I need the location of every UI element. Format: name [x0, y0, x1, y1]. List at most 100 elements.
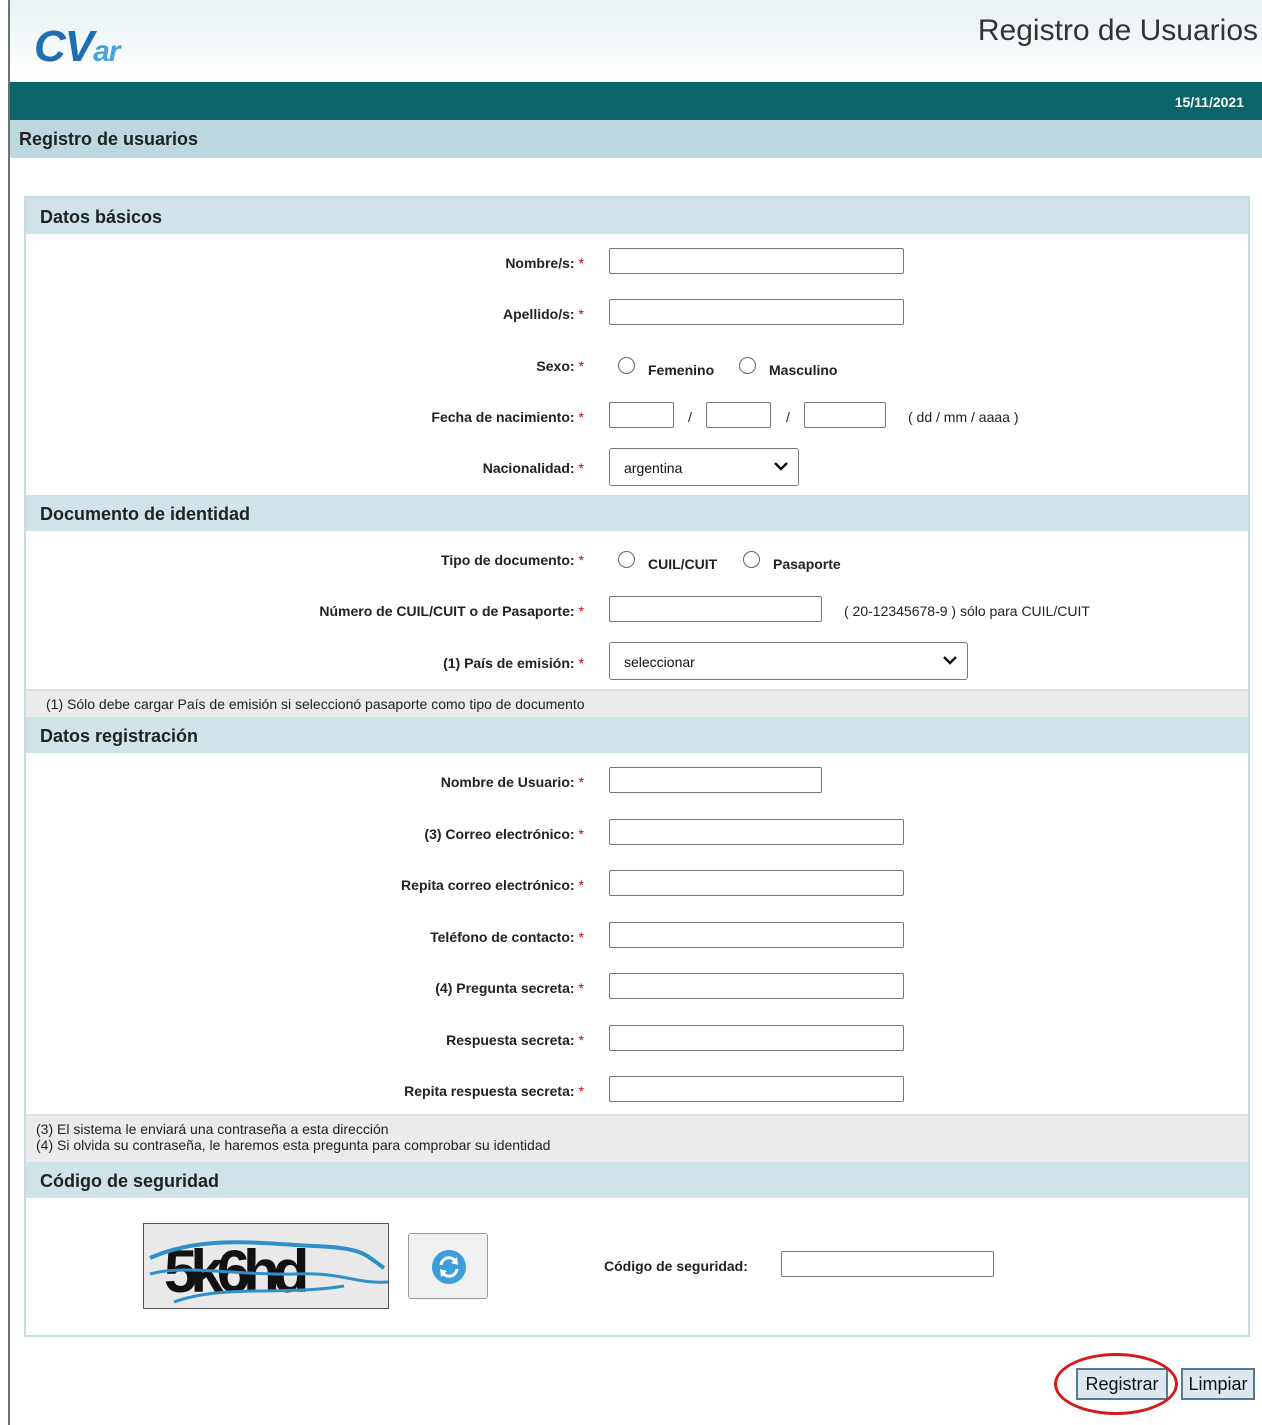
respuesta-secreta-label-text: Respuesta secreta:	[446, 1032, 575, 1048]
respuesta-secreta-input[interactable]	[609, 1025, 904, 1051]
sexo-masculino-label[interactable]: Masculino	[769, 362, 837, 378]
repita-respuesta-input[interactable]	[609, 1076, 904, 1102]
required-mark: *	[578, 655, 584, 671]
required-mark: *	[578, 460, 584, 476]
fecha-anio-input[interactable]	[804, 402, 886, 428]
fecha-separator: /	[786, 409, 790, 425]
apellido-label-text: Apellido/s:	[502, 306, 575, 322]
correo-label-text: (3) Correo electrónico:	[424, 826, 575, 842]
required-mark: *	[578, 877, 584, 893]
page-title-bar: Registro de usuarios	[10, 120, 1262, 158]
registration-footnotes: (3) El sistema le enviará una contraseña…	[26, 1114, 1248, 1162]
highlight-annotation	[1054, 1353, 1178, 1415]
captcha-noise: 5k6hd	[149, 1238, 388, 1305]
page-title: Registro de usuarios	[19, 129, 199, 149]
required-mark: *	[578, 1032, 584, 1048]
section-title-document: Documento de identidad	[40, 504, 251, 524]
required-mark: *	[578, 358, 584, 374]
pais-emision-label: (1) País de emisión: *	[443, 655, 584, 671]
fecha-separator: /	[688, 409, 692, 425]
captcha-image: 5k6hd	[143, 1223, 389, 1309]
sexo-label: Sexo: *	[536, 358, 584, 374]
chevron-down-icon	[943, 656, 957, 665]
document-footnote: (1) Sólo debe cargar País de emisión si …	[26, 689, 1248, 717]
tipo-documento-label: Tipo de documento: *	[441, 552, 584, 568]
tipo-cuil-radio[interactable]	[618, 551, 635, 568]
sexo-label-text: Sexo:	[536, 358, 575, 374]
nombre-input[interactable]	[609, 248, 904, 274]
fecha-dia-input[interactable]	[609, 402, 674, 428]
numero-documento-input[interactable]	[609, 596, 822, 622]
fecha-label-text: Fecha de nacimiento:	[431, 409, 575, 425]
nacionalidad-select[interactable]: argentina	[609, 448, 799, 486]
pregunta-secreta-input[interactable]	[609, 973, 904, 999]
apellido-input[interactable]	[609, 299, 904, 325]
codigo-seguridad-input[interactable]	[781, 1251, 994, 1277]
pais-emision-label-text: (1) País de emisión:	[443, 655, 575, 671]
pregunta-secreta-label: (4) Pregunta secreta: *	[435, 980, 584, 996]
repita-correo-input[interactable]	[609, 870, 904, 896]
repita-correo-label: Repita correo electrónico: *	[401, 877, 584, 893]
required-mark: *	[578, 306, 584, 322]
tipo-cuil-label[interactable]: CUIL/CUIT	[648, 556, 717, 572]
required-mark: *	[578, 603, 584, 619]
tipo-documento-label-text: Tipo de documento:	[441, 552, 575, 568]
app-title: Registro de Usuarios	[977, 14, 1258, 47]
nacionalidad-selected-value: argentina	[624, 460, 683, 476]
usuario-label-text: Nombre de Usuario:	[440, 774, 575, 790]
nombre-label: Nombre/s: *	[505, 255, 584, 271]
required-mark: *	[578, 929, 584, 945]
date-bar: 15/11/2021	[10, 82, 1262, 120]
apellido-label: Apellido/s: *	[503, 306, 584, 322]
sexo-femenino-radio[interactable]	[618, 357, 635, 374]
sexo-masculino-radio[interactable]	[739, 357, 756, 374]
section-title-basic: Datos básicos	[40, 207, 163, 227]
required-mark: *	[578, 1083, 584, 1099]
left-border	[8, 0, 10, 1425]
section-title-security: Código de seguridad	[40, 1171, 220, 1191]
required-mark: *	[578, 552, 584, 568]
required-mark: *	[578, 980, 584, 996]
usuario-input[interactable]	[609, 767, 822, 793]
fecha-mes-input[interactable]	[706, 402, 771, 428]
cvar-logo: CVar	[34, 22, 120, 72]
telefono-input[interactable]	[609, 922, 904, 948]
required-mark: *	[578, 774, 584, 790]
codigo-seguridad-label: Código de seguridad:	[604, 1258, 748, 1274]
pais-emision-selected-value: seleccionar	[624, 654, 695, 670]
fecha-label: Fecha de nacimiento: *	[431, 409, 584, 425]
correo-input[interactable]	[609, 819, 904, 845]
pais-emision-select[interactable]: seleccionar	[609, 642, 968, 680]
required-mark: *	[578, 826, 584, 842]
nombre-label-text: Nombre/s:	[505, 255, 575, 271]
numero-documento-hint: ( 20-12345678-9 ) sólo para CUIL/CUIT	[844, 603, 1090, 619]
refresh-captcha-button[interactable]	[408, 1233, 488, 1299]
tipo-pasaporte-radio[interactable]	[743, 551, 760, 568]
pregunta-secreta-label-text: (4) Pregunta secreta:	[435, 980, 575, 996]
correo-label: (3) Correo electrónico: *	[424, 826, 584, 842]
telefono-label: Teléfono de contacto: *	[430, 929, 584, 945]
registration-footnote-4: (4) Si olvida su contraseña, le haremos …	[36, 1137, 551, 1153]
repita-respuesta-label-text: Repita respuesta secreta:	[404, 1083, 575, 1099]
logo-main: CV	[34, 22, 94, 71]
current-date: 15/11/2021	[1174, 94, 1244, 110]
chevron-down-icon	[774, 462, 788, 471]
tipo-pasaporte-label[interactable]: Pasaporte	[773, 556, 841, 572]
fecha-format-hint: ( dd / mm / aaaa )	[908, 409, 1019, 425]
numero-documento-label: Número de CUIL/CUIT o de Pasaporte: *	[319, 603, 584, 619]
section-header-security: Código de seguridad	[26, 1162, 1248, 1198]
section-header-registration: Datos registración	[26, 717, 1248, 753]
limpiar-button[interactable]: Limpiar	[1181, 1368, 1255, 1400]
refresh-icon	[432, 1250, 466, 1284]
sexo-femenino-label[interactable]: Femenino	[648, 362, 714, 378]
nacionalidad-label: Nacionalidad: *	[483, 460, 584, 476]
repita-correo-label-text: Repita correo electrónico:	[401, 877, 575, 893]
nacionalidad-label-text: Nacionalidad:	[482, 460, 575, 476]
telefono-label-text: Teléfono de contacto:	[430, 929, 575, 945]
section-header-basic: Datos básicos	[26, 198, 1248, 234]
repita-respuesta-label: Repita respuesta secreta: *	[404, 1083, 584, 1099]
section-header-document: Documento de identidad	[26, 495, 1248, 531]
required-mark: *	[578, 255, 584, 271]
section-title-registration: Datos registración	[40, 726, 199, 746]
respuesta-secreta-label: Respuesta secreta: *	[446, 1032, 584, 1048]
